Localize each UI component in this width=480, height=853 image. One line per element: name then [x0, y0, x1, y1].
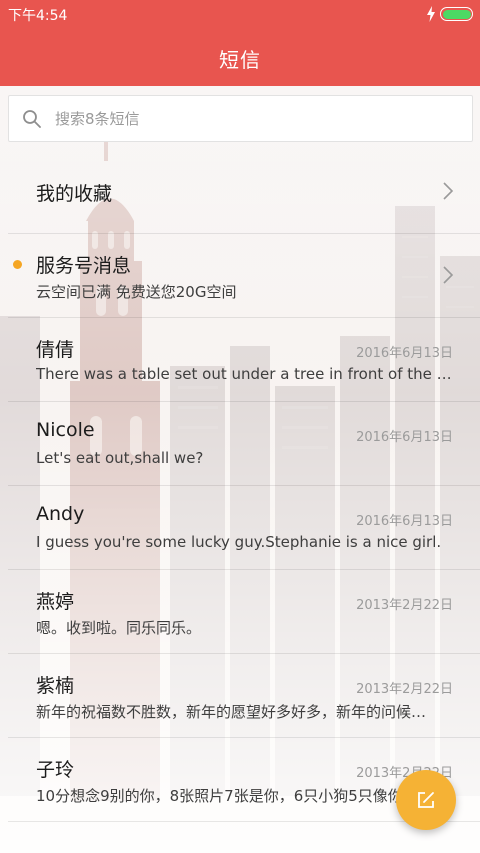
message-preview: 嗯。收到啦。同乐同乐。	[36, 619, 202, 637]
app-header: 下午4:54 短信	[0, 0, 480, 86]
favorites-row[interactable]: 我的收藏	[0, 150, 480, 234]
chevron-right-icon	[443, 182, 454, 200]
compose-button[interactable]	[396, 770, 456, 830]
message-preview: There was a table set out under a tree i…	[36, 365, 454, 383]
page-title: 短信	[219, 48, 261, 72]
message-preview: 10分想念9别的你，8张照片7张是你，6只小狗5只像你…	[36, 787, 418, 805]
contact-name: 倩倩	[36, 339, 75, 361]
service-title: 服务号消息	[36, 255, 132, 277]
service-preview: 云空间已满 免费送您20G空间	[36, 283, 237, 301]
message-preview: I guess you're some lucky guy.Stephanie …	[36, 533, 442, 551]
message-date: 2016年6月13日	[356, 346, 453, 361]
message-preview: Let's eat out,shall we?	[36, 449, 204, 467]
message-date: 2013年2月22日	[356, 598, 453, 613]
search-icon	[23, 110, 41, 128]
contact-name: Andy	[36, 503, 85, 525]
service-messages-row[interactable]: 服务号消息 云空间已满 免费送您20G空间	[0, 234, 480, 318]
contact-name: 紫楠	[36, 675, 75, 697]
conversation-row[interactable]: Andy 2016年6月13日 I guess you're some luck…	[0, 486, 480, 570]
conversation-row[interactable]: 倩倩 2016年6月13日 There was a table set out …	[0, 318, 480, 402]
favorites-label: 我的收藏	[36, 183, 113, 205]
conversation-list: 我的收藏 服务号消息 云空间已满 免费送您20G空间 倩倩 2016年6月13日…	[0, 150, 480, 822]
status-time: 下午4:54	[8, 8, 68, 24]
status-bar: 下午4:54	[0, 0, 480, 28]
conversation-row[interactable]: 燕婷 2013年2月22日 嗯。收到啦。同乐同乐。	[0, 570, 480, 654]
battery-icon	[440, 7, 473, 21]
charging-icon	[427, 6, 435, 22]
search-bar[interactable]	[8, 95, 473, 142]
message-date: 2013年2月22日	[356, 682, 453, 697]
unread-indicator	[13, 260, 22, 269]
contact-name: 燕婷	[36, 591, 75, 613]
contact-name: 子玲	[36, 759, 75, 781]
message-date: 2016年6月13日	[356, 514, 453, 529]
compose-icon	[418, 792, 434, 808]
message-date: 2016年6月13日	[356, 430, 453, 445]
search-input[interactable]	[55, 104, 455, 134]
conversation-row[interactable]: Nicole 2016年6月13日 Let's eat out,shall we…	[0, 402, 480, 486]
message-preview: 新年的祝福数不胜数，新年的愿望好多好多，新年的问候…	[36, 703, 427, 721]
contact-name: Nicole	[36, 419, 95, 441]
chevron-right-icon	[443, 266, 454, 284]
conversation-row[interactable]: 紫楠 2013年2月22日 新年的祝福数不胜数，新年的愿望好多好多，新年的问候…	[0, 654, 480, 738]
battery-level	[442, 9, 471, 19]
